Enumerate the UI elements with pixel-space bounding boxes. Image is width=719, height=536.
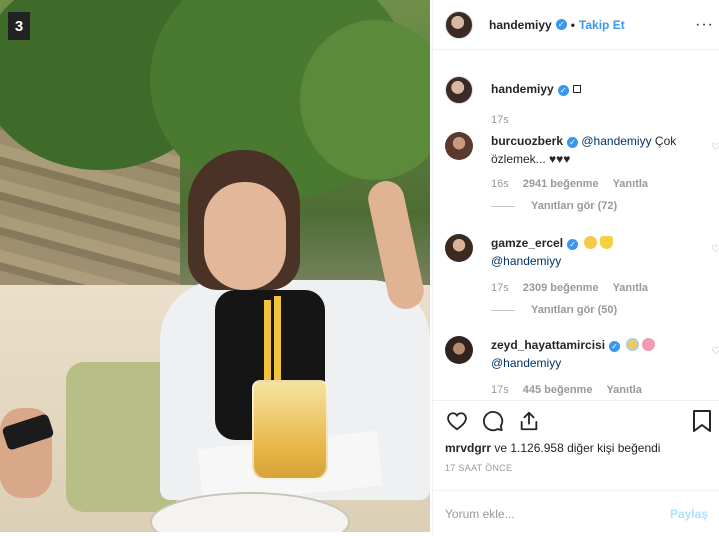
comment-text: zeyd_hayattamircisi ✓ @handemiyy — [491, 336, 701, 372]
smile-emoji-icon — [584, 236, 598, 249]
halo-emoji-icon — [626, 338, 640, 351]
likes-summary[interactable]: mrvdgrr ve 1.126.958 diğer kişi beğendi — [445, 441, 660, 455]
verified-icon: ✓ — [567, 239, 579, 250]
divider — [491, 205, 515, 207]
avatar[interactable] — [445, 10, 473, 39]
verified-icon: ✓ — [555, 19, 567, 30]
comments-list: handemiyy ✓ 17s burcuozberk ✓ @handemiyy Ç… — [433, 66, 719, 400]
follow-button[interactable]: Takip Et — [579, 18, 625, 32]
list-item: burcuozberk ✓ @handemiyy Çok özlemek... ♥… — [445, 128, 719, 228]
image-number-badge: 3 — [8, 12, 30, 40]
avatar[interactable] — [445, 234, 473, 262]
list-item: zeyd_hayattamircisi ✓ @handemiyy ♡ 17s 44… — [445, 334, 719, 400]
view-replies[interactable]: Yanıtları gör (50) — [491, 304, 617, 316]
verified-icon: ✓ — [557, 85, 569, 96]
list-item: gamze_ercel ✓ @handemiyy ♡ 17s 2309 beğen… — [445, 232, 719, 332]
comment-likes[interactable]: 2941 beğenme — [523, 178, 599, 190]
flower-emoji-icon — [642, 338, 656, 351]
caption-time[interactable]: 17s — [491, 114, 509, 126]
comment-likes[interactable]: 2309 beğenme — [523, 282, 599, 294]
comment-icon[interactable] — [481, 409, 505, 433]
add-comment-bar: Yorum ekle... Paylaş — [433, 490, 719, 536]
comment-text: gamze_ercel ✓ @handemiyy — [491, 234, 701, 270]
verified-icon: ✓ — [609, 341, 621, 352]
caption-meta: 17s — [491, 114, 523, 126]
face — [204, 182, 286, 290]
like-comment-icon[interactable]: ♡ — [711, 142, 719, 153]
comment-time[interactable]: 17s — [491, 282, 509, 294]
post-comment-button[interactable]: Paylaş — [670, 507, 708, 521]
straw — [264, 300, 271, 390]
caption: handemiyy ✓ 17s — [445, 76, 715, 136]
caption-username[interactable]: handemiyy — [491, 82, 554, 96]
post-actions: mrvdgrr ve 1.126.958 diğer kişi beğendi … — [433, 400, 719, 490]
comment-likes[interactable]: 445 beğenme — [523, 384, 593, 396]
bookmark-icon[interactable] — [692, 409, 716, 433]
share-icon[interactable] — [517, 409, 541, 433]
comment-mention[interactable]: @handemiyy — [491, 356, 561, 370]
comment-username[interactable]: gamze_ercel — [491, 236, 563, 250]
comment-mention[interactable]: @handemiyy — [491, 254, 561, 268]
avatar[interactable] — [445, 336, 473, 364]
post-sidebar: handemiyy ✓ • Takip Et ··· handemiyy ✓ 17… — [432, 0, 719, 536]
header-username[interactable]: handemiyy — [489, 18, 552, 32]
unknown-glyph-icon — [572, 85, 581, 93]
comment-mention[interactable]: @handemiyy — [581, 134, 651, 148]
like-comment-icon[interactable]: ♡ — [711, 346, 719, 357]
post-timestamp: 17 SAAT ÖNCE — [445, 463, 513, 473]
avatar[interactable] — [445, 132, 473, 160]
liker-username[interactable]: mrvdgrr — [445, 441, 491, 455]
separator-dot: • — [570, 17, 575, 32]
yellow-heart-icon — [600, 236, 614, 249]
comment-meta: 16s 2941 beğenme Yanıtla — [491, 178, 662, 190]
cocktail-glass — [252, 380, 328, 480]
comment-username[interactable]: zeyd_hayattamircisi — [491, 338, 605, 352]
instagram-post-view: 3 handemiyy ✓ • Takip Et ··· handemiyy ✓ … — [0, 0, 719, 536]
comment-meta: 17s 445 beğenme Yanıtla — [491, 384, 656, 396]
avatar[interactable] — [445, 76, 473, 104]
comment-meta: 17s 2309 beğenme Yanıtla — [491, 282, 662, 294]
verified-icon: ✓ — [567, 137, 579, 148]
like-comment-icon[interactable]: ♡ — [711, 244, 719, 255]
view-replies-label[interactable]: Yanıtları gör (72) — [531, 200, 617, 212]
caption-text: handemiyy ✓ — [491, 80, 701, 98]
likes-count-text[interactable]: ve 1.126.958 diğer kişi beğendi — [491, 441, 660, 455]
view-replies-label[interactable]: Yanıtları gör (50) — [531, 304, 617, 316]
comment-text: burcuozberk ✓ @handemiyy Çok özlemek... ♥… — [491, 132, 701, 168]
divider — [491, 309, 515, 311]
comment-time[interactable]: 17s — [491, 384, 509, 396]
post-photo[interactable]: 3 — [0, 0, 430, 532]
reply-button[interactable]: Yanıtla — [613, 282, 648, 294]
post-header: handemiyy ✓ • Takip Et ··· — [433, 0, 719, 50]
more-options-icon[interactable]: ··· — [695, 16, 714, 34]
heart-icon[interactable] — [445, 409, 469, 433]
comment-username[interactable]: burcuozberk — [491, 134, 563, 148]
reply-button[interactable]: Yanıtla — [606, 384, 641, 396]
straw — [274, 296, 281, 386]
view-replies[interactable]: Yanıtları gör (72) — [491, 200, 617, 212]
reply-button[interactable]: Yanıtla — [613, 178, 648, 190]
action-row — [445, 409, 541, 433]
comment-input[interactable]: Yorum ekle... — [445, 507, 670, 521]
comment-time[interactable]: 16s — [491, 178, 509, 190]
